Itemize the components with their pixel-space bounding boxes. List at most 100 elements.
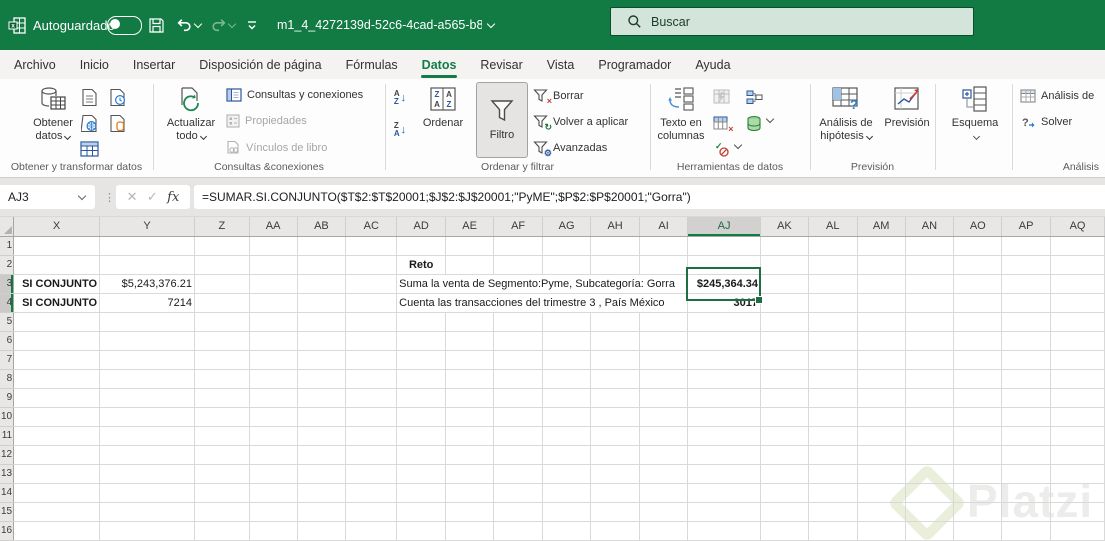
formula-input[interactable]: =SUMAR.SI.CONJUNTO($T$2:$T$20001;$J$2:$J…	[194, 185, 1105, 209]
row-header-6[interactable]: 6	[0, 331, 15, 351]
cell-Y15[interactable]	[99, 502, 195, 522]
cell-AQ14[interactable]	[1050, 483, 1105, 503]
cell-AD9[interactable]	[396, 388, 447, 408]
cell-AF13[interactable]	[493, 464, 544, 484]
cell-AJ6[interactable]	[687, 331, 762, 351]
cell-AI13[interactable]	[639, 464, 689, 484]
cell-AC10[interactable]	[345, 407, 398, 427]
col-header-AP[interactable]: AP	[1001, 217, 1052, 237]
row-header-15[interactable]: 15	[0, 502, 15, 522]
cell-AM11[interactable]	[857, 426, 906, 446]
cell-AO6[interactable]	[953, 331, 1003, 351]
cell-AP2[interactable]	[1001, 255, 1052, 275]
cell-Z16[interactable]	[194, 521, 250, 541]
cell-AH6[interactable]	[590, 331, 641, 351]
cell-AB13[interactable]	[297, 464, 347, 484]
cell-AF8[interactable]	[493, 369, 544, 389]
cell-AA15[interactable]	[249, 502, 298, 522]
cell-AA7[interactable]	[249, 350, 298, 370]
cell-AP3[interactable]	[1001, 274, 1052, 294]
row-header-3[interactable]: 3	[0, 274, 15, 294]
cell-AJ16[interactable]	[687, 521, 762, 541]
forecast-sheet-button[interactable]: Previsión	[881, 84, 933, 130]
cell-AI6[interactable]	[639, 331, 689, 351]
cell-AE11[interactable]	[445, 426, 495, 446]
cell-AJ3[interactable]: $245,364.34	[687, 274, 762, 294]
cell-AM16[interactable]	[857, 521, 906, 541]
cell-AF12[interactable]	[493, 445, 544, 465]
cell-AK1[interactable]	[760, 236, 809, 256]
cell-AH2[interactable]	[590, 255, 641, 275]
cell-Y6[interactable]	[99, 331, 195, 351]
cell-AL9[interactable]	[808, 388, 858, 408]
cell-AM10[interactable]	[857, 407, 906, 427]
cell-AJ14[interactable]	[687, 483, 762, 503]
cell-Y14[interactable]	[99, 483, 195, 503]
cell-AQ8[interactable]	[1050, 369, 1105, 389]
cell-AB16[interactable]	[297, 521, 347, 541]
cell-AE1[interactable]	[445, 236, 495, 256]
cell-AO9[interactable]	[953, 388, 1003, 408]
cell-AL10[interactable]	[808, 407, 858, 427]
cell-AH16[interactable]	[590, 521, 641, 541]
cell-AE6[interactable]	[445, 331, 495, 351]
cell-AJ7[interactable]	[687, 350, 762, 370]
cell-X9[interactable]	[13, 388, 101, 408]
cell-AA1[interactable]	[249, 236, 298, 256]
cell-AD14[interactable]	[396, 483, 447, 503]
cell-AE13[interactable]	[445, 464, 495, 484]
cell-AD11[interactable]	[396, 426, 447, 446]
cell-AB3[interactable]	[297, 274, 347, 294]
cell-AG10[interactable]	[542, 407, 592, 427]
cell-Z10[interactable]	[194, 407, 250, 427]
workbook-title[interactable]: m1_4_4272139d-52c6-4cad-a565-b8d557dd...	[277, 0, 482, 50]
title-dropdown-chevron[interactable]	[486, 0, 496, 50]
workbook-links-button[interactable]: Vínculos de libro	[226, 140, 327, 155]
cell-AG15[interactable]	[542, 502, 592, 522]
fill-handle[interactable]	[755, 296, 763, 304]
cell-AP10[interactable]	[1001, 407, 1052, 427]
cell-Z2[interactable]	[194, 255, 250, 275]
cell-Z15[interactable]	[194, 502, 250, 522]
cell-X13[interactable]	[13, 464, 101, 484]
cell-AN14[interactable]	[905, 483, 955, 503]
cell-AQ1[interactable]	[1050, 236, 1105, 256]
cell-AN5[interactable]	[905, 312, 955, 332]
cell-AP7[interactable]	[1001, 350, 1052, 370]
cell-AG1[interactable]	[542, 236, 592, 256]
row-header-13[interactable]: 13	[0, 464, 15, 484]
cell-AC4[interactable]	[345, 293, 398, 313]
row-header-2[interactable]: 2	[0, 255, 15, 275]
cell-AO11[interactable]	[953, 426, 1003, 446]
cell-AI8[interactable]	[639, 369, 689, 389]
row-header-16[interactable]: 16	[0, 521, 15, 541]
cell-AK15[interactable]	[760, 502, 809, 522]
cell-AQ15[interactable]	[1050, 502, 1105, 522]
cell-AD5[interactable]	[396, 312, 447, 332]
cell-AF11[interactable]	[493, 426, 544, 446]
cancel-icon[interactable]: ✕	[127, 189, 138, 205]
cell-AC16[interactable]	[345, 521, 398, 541]
cell-Y5[interactable]	[99, 312, 195, 332]
autosave-toggle[interactable]	[107, 0, 142, 50]
cell-AN2[interactable]	[905, 255, 955, 275]
queries-connections-button[interactable]: Consultas y conexiones	[226, 88, 363, 102]
cell-AK6[interactable]	[760, 331, 809, 351]
cell-AJ15[interactable]	[687, 502, 762, 522]
cell-AP12[interactable]	[1001, 445, 1052, 465]
cell-AA4[interactable]	[249, 293, 298, 313]
from-database-button[interactable]	[106, 112, 128, 134]
cell-AP16[interactable]	[1001, 521, 1052, 541]
cell-AP15[interactable]	[1001, 502, 1052, 522]
cell-Z9[interactable]	[194, 388, 250, 408]
cell-AI11[interactable]	[639, 426, 689, 446]
cell-AE9[interactable]	[445, 388, 495, 408]
cell-AE8[interactable]	[445, 369, 495, 389]
cell-AG7[interactable]	[542, 350, 592, 370]
cell-AI16[interactable]	[639, 521, 689, 541]
cell-AM15[interactable]	[857, 502, 906, 522]
cell-AI14[interactable]	[639, 483, 689, 503]
cell-AC7[interactable]	[345, 350, 398, 370]
cell-AE5[interactable]	[445, 312, 495, 332]
cell-AL4[interactable]	[808, 293, 858, 313]
